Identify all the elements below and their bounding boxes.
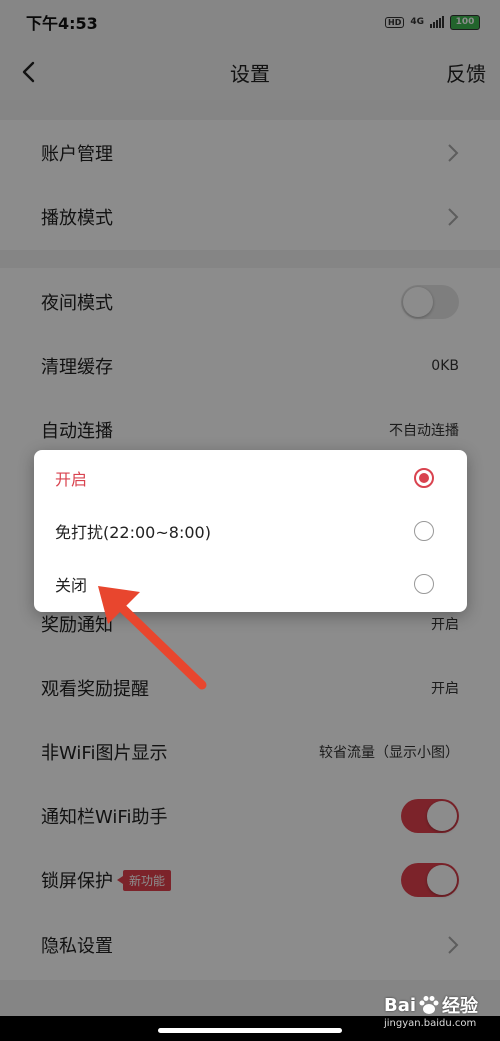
option-do-not-disturb[interactable]: 免打扰(22:00~8:00)	[34, 504, 467, 558]
option-label: 关闭	[55, 576, 88, 595]
annotation-arrow-icon	[98, 586, 207, 690]
home-indicator[interactable]	[158, 1028, 342, 1033]
option-label: 开启	[55, 470, 88, 489]
radio-icon[interactable]	[414, 574, 434, 594]
watermark-suffix: 经验	[442, 996, 479, 1017]
option-on[interactable]: 开启	[34, 451, 467, 505]
paw-logo-icon	[419, 996, 439, 1014]
watermark-brand: Bai	[384, 994, 417, 1016]
baidu-watermark: Bai 经验 jingyan.baidu.com	[384, 992, 496, 1038]
watermark-url: jingyan.baidu.com	[384, 1018, 477, 1029]
radio-icon[interactable]	[414, 521, 434, 541]
radio-selected-icon[interactable]	[414, 468, 434, 488]
option-label: 免打扰(22:00~8:00)	[55, 523, 211, 542]
